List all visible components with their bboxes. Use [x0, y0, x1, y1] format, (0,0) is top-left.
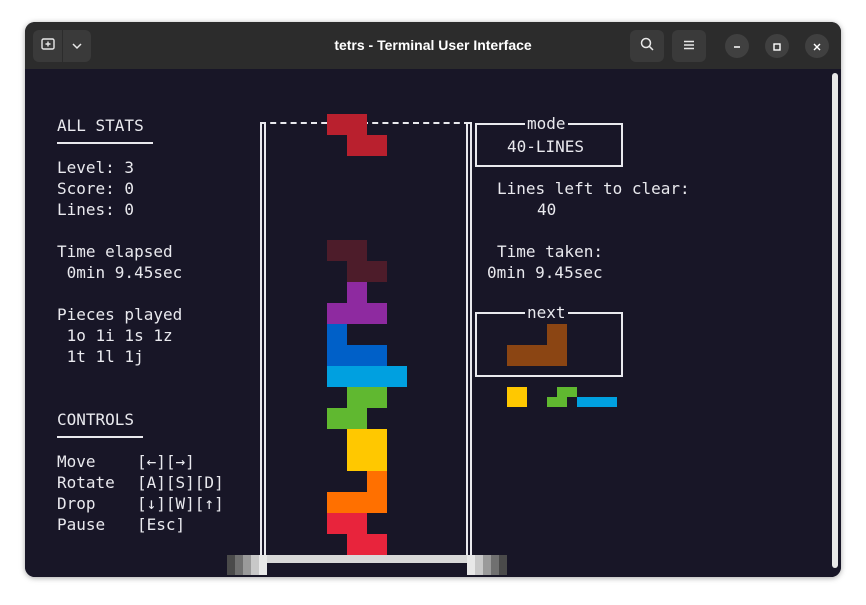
falling-piece-cell: [327, 114, 347, 135]
block-cell: [347, 534, 367, 555]
falling-piece-cell: [367, 135, 387, 156]
block-cell: [367, 366, 387, 387]
next-piece-cell: [527, 345, 547, 366]
time-elapsed-label: Time elapsed: [57, 242, 173, 261]
block-cell: [327, 492, 347, 513]
block-cell: [367, 534, 387, 555]
block-cell: [327, 408, 347, 429]
ghost-piece-cell: [367, 261, 387, 282]
block-cell: [367, 471, 387, 492]
block-cell: [347, 345, 367, 366]
lines-left-value: 40: [537, 200, 557, 219]
block-cell: [347, 450, 367, 471]
block-cell: [367, 387, 387, 408]
block-cell: [347, 366, 367, 387]
block-cell: [327, 324, 347, 345]
playfield-right-border: [470, 122, 472, 556]
block-cell: [367, 303, 387, 324]
lines-text: Lines: 0: [57, 200, 135, 219]
search-button[interactable]: [630, 30, 664, 62]
time-elapsed-value: 0min 9.45sec: [57, 263, 183, 282]
ghost-piece-cell: [347, 261, 367, 282]
control-action: Drop: [57, 494, 96, 513]
mode-value: 40-LINES: [507, 137, 585, 156]
lines-left-label: Lines left to clear:: [497, 179, 690, 198]
ghost-piece-cell: [347, 240, 367, 261]
upcoming-i-piece: [577, 397, 617, 407]
close-button[interactable]: [805, 34, 829, 58]
stats-heading: ALL STATS: [57, 116, 144, 135]
terminal-window: tetrs - Terminal User Interface ALL STAT…: [25, 22, 841, 577]
block-cell: [347, 387, 367, 408]
next-box-title: next: [525, 303, 568, 322]
block-cell: [367, 492, 387, 513]
search-icon: [639, 36, 655, 56]
level-text: Level: 3: [57, 158, 135, 177]
block-cell: [347, 429, 367, 450]
block-cell: [367, 429, 387, 450]
upcoming-s-piece: [547, 387, 577, 407]
hamburger-menu-icon: [682, 37, 696, 56]
title-bar: tetrs - Terminal User Interface: [25, 22, 841, 69]
next-piece-cell: [507, 345, 527, 366]
control-action: Rotate: [57, 473, 115, 492]
score-text: Score: 0: [57, 179, 135, 198]
stats-heading-underline: [57, 142, 153, 144]
block-cell: [327, 303, 347, 324]
control-keys: [↓][W][↑]: [137, 494, 224, 513]
controls-heading: CONTROLS: [57, 410, 135, 429]
scrollbar[interactable]: [832, 73, 838, 568]
mode-box-title: mode: [525, 114, 568, 133]
pieces-played-label: Pieces played: [57, 305, 183, 324]
pieces-played-row: 1o 1i 1s 1z: [57, 326, 173, 345]
ghost-piece-cell: [327, 240, 347, 261]
block-cell: [347, 492, 367, 513]
control-keys: [Esc]: [137, 515, 186, 534]
control-keys: [←][→]: [137, 452, 195, 471]
block-cell: [347, 303, 367, 324]
control-action: Pause: [57, 515, 106, 534]
playfield-right-border: [466, 122, 468, 556]
upcoming-o-piece: [507, 387, 527, 407]
time-taken-value: 0min 9.45sec: [487, 263, 603, 282]
menu-button[interactable]: [672, 30, 706, 62]
terminal-content: ALL STATS Level: 3 Score: 0 Lines: 0 Tim…: [25, 69, 841, 577]
time-taken-label: Time taken:: [497, 242, 603, 261]
block-cell: [367, 450, 387, 471]
maximize-icon: [772, 37, 782, 56]
control-action: Move: [57, 452, 96, 471]
block-cell: [327, 345, 347, 366]
block-cell: [347, 513, 367, 534]
block-cell: [327, 366, 347, 387]
pieces-played-row: 1t 1l 1j: [57, 347, 144, 366]
next-piece-cell: [547, 324, 567, 345]
control-keys: [A][S][D]: [137, 473, 224, 492]
block-cell: [327, 513, 347, 534]
next-piece-cell: [547, 345, 567, 366]
falling-piece-cell: [347, 135, 367, 156]
minimize-icon: [732, 37, 742, 56]
block-cell: [347, 282, 367, 303]
close-icon: [812, 37, 822, 56]
playfield-left-border: [264, 122, 266, 556]
window-title: tetrs - Terminal User Interface: [334, 37, 532, 53]
block-cell: [347, 408, 367, 429]
playfield-floor: [227, 555, 507, 575]
minimize-button[interactable]: [725, 34, 749, 58]
block-cell: [387, 366, 407, 387]
controls-heading-underline: [57, 436, 143, 438]
maximize-button[interactable]: [765, 34, 789, 58]
playfield-left-border: [260, 122, 262, 556]
falling-piece-cell: [347, 114, 367, 135]
block-cell: [367, 345, 387, 366]
